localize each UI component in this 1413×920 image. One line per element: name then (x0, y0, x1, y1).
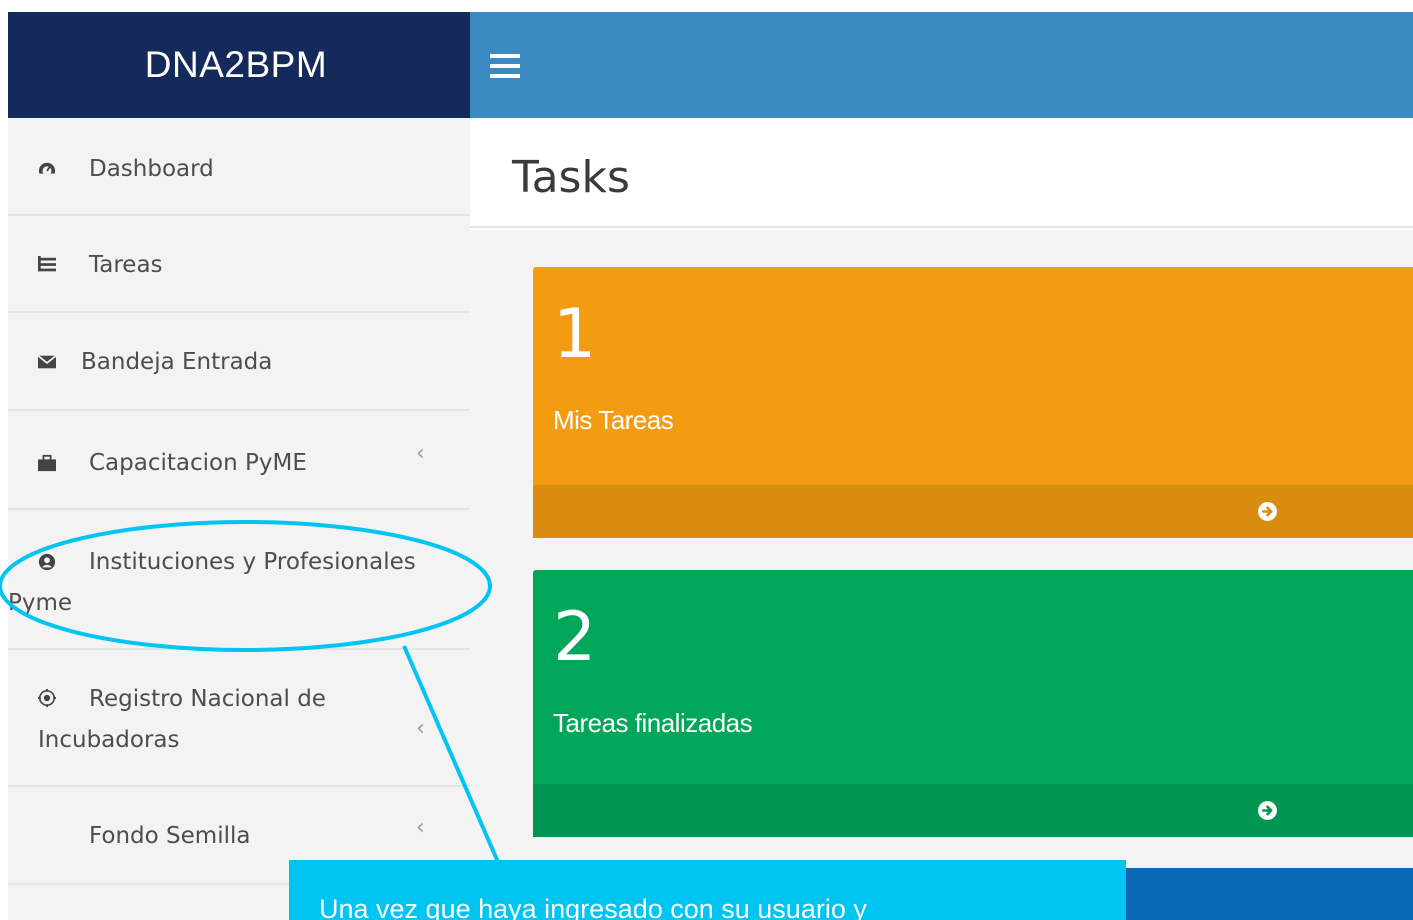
mis-tareas-footer[interactable] (533, 485, 1413, 538)
content-header: Tasks (470, 118, 1413, 228)
tareas-finalizadas-label: Tareas finalizadas (553, 708, 753, 738)
arrow-circle-right-icon[interactable] (1257, 800, 1278, 821)
hamburger-icon[interactable] (490, 54, 520, 78)
sidebar-item-label: Tareas (89, 252, 163, 278)
tasks-icon (38, 256, 56, 272)
sidebar-item-bandeja-entrada[interactable]: Bandeja Entrada (8, 313, 470, 411)
dashboard-icon (38, 162, 56, 179)
mis-tareas-box[interactable]: 1 Mis Tareas (533, 267, 1413, 538)
chevron-left-icon: ‹ (416, 441, 425, 466)
sidebar-item-label: Fondo Semilla (89, 823, 251, 849)
tareas-finalizadas-box[interactable]: 2 Tareas finalizadas (533, 570, 1413, 837)
sidebar-item-capacitacion-pyme[interactable]: Capacitacion PyME ‹ (8, 411, 470, 510)
page-title: Tasks (512, 152, 630, 203)
tooltip-box: Una vez que haya ingresado con su usuari… (289, 860, 1126, 920)
tareas-finalizadas-count: 2 (553, 598, 597, 677)
sidebar-item-label: Capacitacion PyME (89, 450, 307, 476)
sidebar-item-tareas[interactable]: Tareas (8, 216, 470, 313)
sidebar: Dashboard Tareas Bandeja Entrada Capacit… (8, 118, 470, 920)
arrow-circle-right-icon[interactable] (1257, 501, 1278, 522)
tooltip-text: Una vez que haya ingresado con su usuari… (319, 894, 867, 920)
brand-name: DNA2BPM (144, 44, 328, 85)
bottom-box-partial (1126, 868, 1413, 920)
sidebar-item-label: Incubadoras (38, 727, 180, 753)
sidebar-item-instituciones-profesionales[interactable]: Instituciones y Profesionales Pyme (8, 510, 470, 650)
eye-icon (38, 689, 56, 707)
sidebar-item-dashboard[interactable]: Dashboard (8, 118, 470, 216)
top-navbar (470, 12, 1413, 118)
mis-tareas-count: 1 (553, 295, 597, 374)
sidebar-item-label: Pyme (8, 590, 73, 616)
mis-tareas-label: Mis Tareas (553, 405, 674, 435)
tareas-finalizadas-footer[interactable] (533, 784, 1413, 837)
user-circle-icon (38, 553, 56, 571)
sidebar-item-label: Registro Nacional de (89, 686, 326, 712)
sidebar-item-label: Instituciones y Profesionales (89, 549, 416, 575)
sidebar-item-label: Bandeja Entrada (81, 349, 273, 375)
chevron-left-icon: ‹ (416, 815, 425, 840)
chevron-left-icon: ‹ (416, 716, 425, 741)
sidebar-item-label: Dashboard (89, 156, 214, 182)
sidebar-item-registro-incubadoras[interactable]: Registro Nacional de Incubadoras ‹ (8, 650, 470, 787)
brand-logo[interactable]: DNA2BPM (8, 12, 470, 118)
envelope-icon (38, 354, 56, 369)
briefcase-icon (38, 454, 56, 472)
